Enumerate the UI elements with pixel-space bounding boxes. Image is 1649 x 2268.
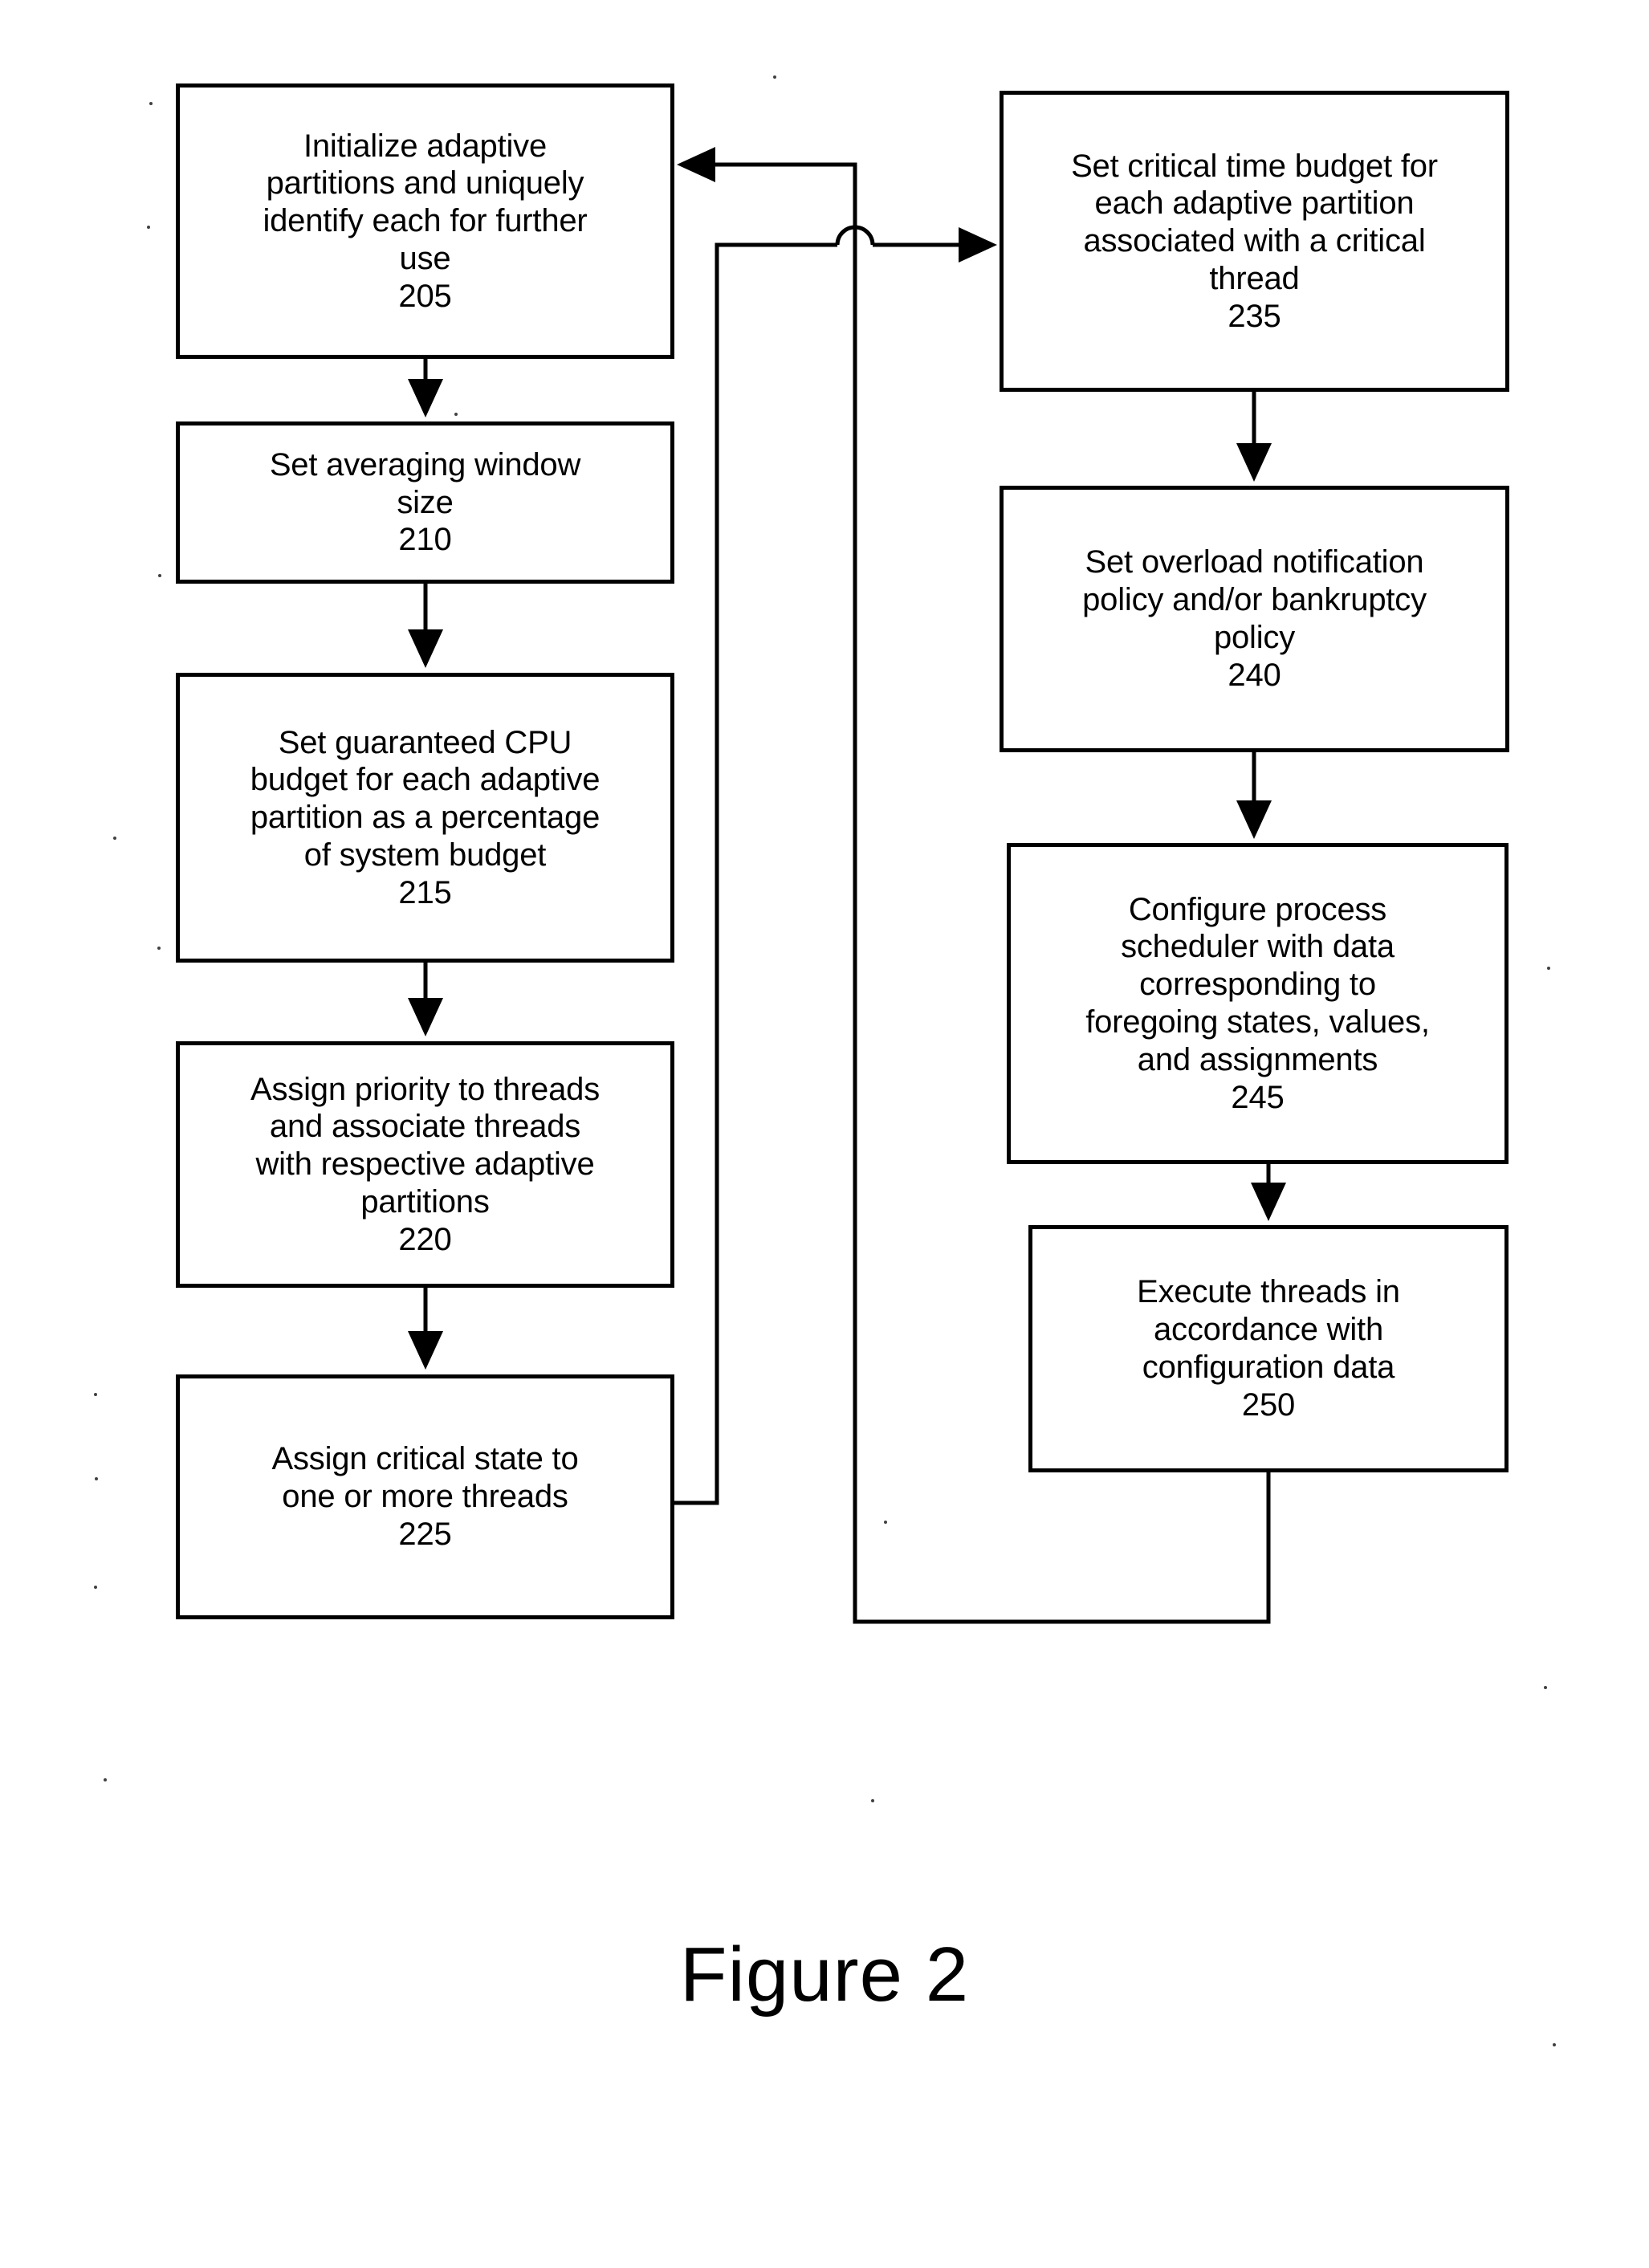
figure-page: Initialize adaptive partitions and uniqu… [0,0,1649,2268]
scan-speck [95,1477,98,1480]
flow-node-235[interactable]: Set critical time budget for each adapti… [1000,91,1509,392]
flow-node-215-text: Set guaranteed CPU budget for each adapt… [250,724,601,873]
scan-speck [853,992,857,996]
scan-speck [149,102,153,105]
flow-node-205-ref: 205 [398,278,452,314]
arrowhead-205-210 [408,379,443,417]
flow-node-210[interactable]: Set averaging window size 210 [176,421,674,584]
arrowhead-250-205 [677,147,715,182]
scan-speck [773,75,776,79]
edge-225-235 [674,242,837,1505]
flow-node-235-ref: 235 [1228,298,1281,334]
scan-speck [104,1778,107,1781]
flow-node-225[interactable]: Assign critical state to one or more thr… [176,1374,674,1619]
flow-node-225-ref: 225 [398,1516,452,1552]
flow-node-210-text: Set averaging window size [269,446,581,520]
scan-speck [454,413,458,416]
arrowhead-240-245 [1236,800,1272,839]
flow-node-215[interactable]: Set guaranteed CPU budget for each adapt… [176,673,674,963]
flow-node-225-text: Assign critical state to one or more thr… [271,1441,579,1515]
scan-speck [157,947,161,950]
flow-node-220-ref: 220 [398,1221,452,1257]
scan-speck [884,1521,887,1524]
flow-node-205-text: Initialize adaptive partitions and uniqu… [263,128,588,276]
figure-caption: Figure 2 [679,1932,970,2018]
arrowhead-215-220 [408,998,443,1036]
flow-node-235-text: Set critical time budget for each adapti… [1071,148,1438,296]
arrowhead-235-240 [1236,443,1272,482]
arrowhead-220-225 [408,1331,443,1370]
flow-node-205[interactable]: Initialize adaptive partitions and uniqu… [176,83,674,359]
arrowhead-245-250 [1251,1183,1286,1221]
scan-speck [1544,1686,1547,1689]
flow-node-220-text: Assign priority to threads and associate… [250,1071,600,1220]
flow-node-240[interactable]: Set overload notification policy and/or … [1000,486,1509,752]
scan-speck [94,1586,97,1589]
scan-speck [94,1393,97,1396]
scan-speck [147,226,150,229]
scan-speck [158,574,161,577]
scan-speck [1553,2043,1556,2046]
scan-speck [1547,967,1550,970]
flow-node-250-ref: 250 [1241,1386,1296,1423]
scan-speck [871,1799,874,1802]
flow-node-220[interactable]: Assign priority to threads and associate… [176,1041,674,1288]
flow-node-245[interactable]: Configure process scheduler with data co… [1007,843,1509,1164]
flow-node-250[interactable]: Execute threads in accordance with confi… [1028,1225,1509,1472]
flow-node-250-text: Execute threads in accordance with confi… [1137,1274,1400,1385]
flow-node-210-ref: 210 [398,522,452,558]
flow-node-240-text: Set overload notification policy and/or … [1082,544,1427,655]
flow-node-245-text: Configure process scheduler with data co… [1085,891,1430,1077]
flow-node-240-ref: 240 [1228,657,1281,693]
arrowhead-225-235 [959,227,997,263]
arrowhead-210-215 [408,629,443,668]
flow-node-245-ref: 245 [1231,1079,1285,1115]
flow-node-215-ref: 215 [398,874,452,910]
scan-speck [113,837,116,840]
